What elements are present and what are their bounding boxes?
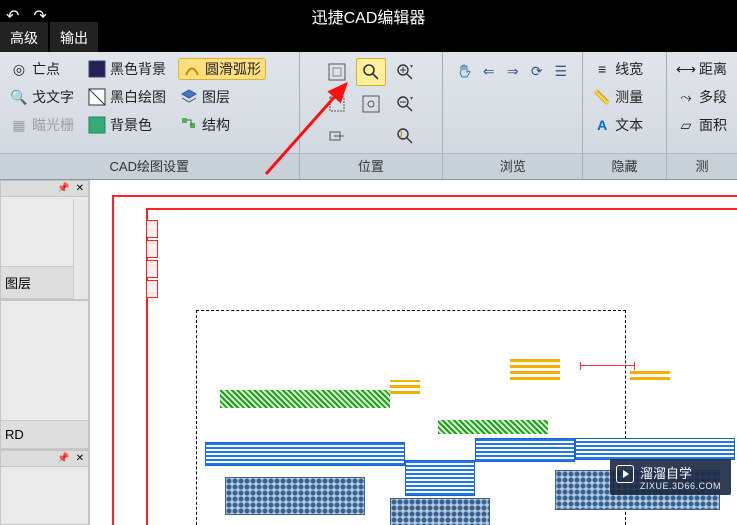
ruler-icon: 📏 <box>593 88 611 106</box>
zoom-extent-icon[interactable] <box>356 90 386 118</box>
zoom-in-icon[interactable]: ▾ <box>390 58 420 86</box>
pin-icon[interactable]: 📌 <box>57 183 69 194</box>
gravel-layer <box>390 498 490 525</box>
panel-header-2: 📌✕ <box>1 451 88 467</box>
btn-structure[interactable]: 结构 <box>178 114 266 136</box>
side-row-layer[interactable]: 图层 <box>1 266 74 299</box>
btn-crosshair: ▦瞄光栅 <box>8 114 76 136</box>
close-icon[interactable]: ✕ <box>76 453 84 464</box>
group-label-browse: 浏览 <box>443 153 582 179</box>
crosshair-icon: ▦ <box>10 116 28 134</box>
nav-refresh-icon[interactable]: ⟳ <box>528 62 546 80</box>
structure-icon <box>180 116 198 134</box>
findtext-icon: 🔍 <box>10 88 28 106</box>
btn-blackbg[interactable]: 黑色背景 <box>86 58 168 80</box>
zoom-window-icon[interactable] <box>356 58 386 86</box>
fit-window-icon[interactable] <box>322 58 352 86</box>
group-label-cad: CAD绘图设置 <box>0 153 299 179</box>
btn-layer[interactable]: 图层 <box>178 86 266 108</box>
fit-selection-icon[interactable] <box>322 90 352 118</box>
text-icon: A <box>593 116 611 134</box>
position-tools: ▾ ▾ <box>322 58 420 153</box>
bwdraw-icon <box>88 88 106 106</box>
close-icon[interactable]: ✕ <box>76 183 84 194</box>
svg-text:▾: ▾ <box>410 96 413 102</box>
marker <box>630 368 670 380</box>
play-icon <box>616 465 634 483</box>
water-layer <box>405 460 475 496</box>
marker <box>390 380 420 394</box>
group-label-measure: 测 <box>667 153 737 179</box>
drawing-canvas[interactable]: 溜溜自学 ZIXUE.3D66.COM <box>90 180 737 525</box>
water-layer <box>475 438 575 462</box>
workspace: 📌✕ 图层 RD 📌✕ 溜溜自 <box>0 180 737 525</box>
gravel-layer <box>225 477 365 515</box>
grass-strip <box>438 420 548 434</box>
tab-advanced[interactable]: 高级 <box>0 22 48 52</box>
dimension-line <box>580 365 635 366</box>
pin-icon[interactable]: 📌 <box>57 453 69 464</box>
zoom-previous-icon[interactable] <box>390 122 420 150</box>
btn-text[interactable]: A文本 <box>591 114 645 136</box>
svg-text:▾: ▾ <box>410 64 413 70</box>
side-panels: 📌✕ 图层 RD 📌✕ <box>0 180 90 525</box>
distance-icon: ⟷ <box>677 60 695 78</box>
tab-output[interactable]: 输出 <box>50 22 98 52</box>
zoom-region-icon[interactable] <box>322 122 352 150</box>
panel-header: 📌✕ <box>1 181 88 197</box>
btn-linewidth[interactable]: ≡线宽 <box>591 58 645 80</box>
btn-viewpoint[interactable]: ◎亡点 <box>8 58 76 80</box>
nav-back-icon[interactable]: ⇐ <box>480 62 498 80</box>
water-layer <box>205 442 405 466</box>
viewpoint-icon: ◎ <box>10 60 28 78</box>
ribbon: ◎亡点 🔍戈文字 ▦瞄光栅 黑色背景 黑白绘图 背景色 圆滑弧形 图层 结构 C… <box>0 52 737 180</box>
drawing-ticks <box>146 220 158 300</box>
nav-forward-icon[interactable]: ⇒ <box>504 62 522 80</box>
btn-distance[interactable]: ⟷距离 <box>675 58 729 80</box>
side-row-rd[interactable]: RD <box>1 420 88 449</box>
watermark: 溜溜自学 ZIXUE.3D66.COM <box>610 459 731 495</box>
linewidth-icon: ≡ <box>593 60 611 78</box>
area-icon: ▱ <box>677 116 695 134</box>
app-title: 迅捷CAD编辑器 <box>312 4 426 28</box>
marker <box>510 358 560 380</box>
zoom-out-icon[interactable]: ▾ <box>390 90 420 118</box>
blackbg-icon <box>88 60 106 78</box>
multiseg-icon: ⤳ <box>677 88 695 106</box>
btn-bgcolor[interactable]: 背景色 <box>86 114 168 136</box>
pan-hand-icon[interactable] <box>456 62 474 80</box>
btn-bwdraw[interactable]: 黑白绘图 <box>86 86 168 108</box>
btn-multiseg[interactable]: ⤳多段 <box>675 86 729 108</box>
btn-measure[interactable]: 📏测量 <box>591 86 645 108</box>
btn-findtext[interactable]: 🔍戈文字 <box>8 86 76 108</box>
nav-list-icon[interactable]: ☰ <box>552 62 570 80</box>
water-layer <box>575 438 735 460</box>
bgcolor-icon <box>88 116 106 134</box>
scrollbar-thumb[interactable] <box>75 203 87 227</box>
title-bar: ↶ ↷ 迅捷CAD编辑器 高级 输出 <box>0 0 737 52</box>
smootharc-icon <box>183 60 201 78</box>
layer-icon <box>180 88 198 106</box>
group-label-hide: 隐藏 <box>583 153 666 179</box>
btn-smootharc[interactable]: 圆滑弧形 <box>178 58 266 80</box>
btn-area[interactable]: ▱面积 <box>675 114 729 136</box>
grass-strip <box>220 390 390 408</box>
group-label-position: 位置 <box>300 153 443 179</box>
